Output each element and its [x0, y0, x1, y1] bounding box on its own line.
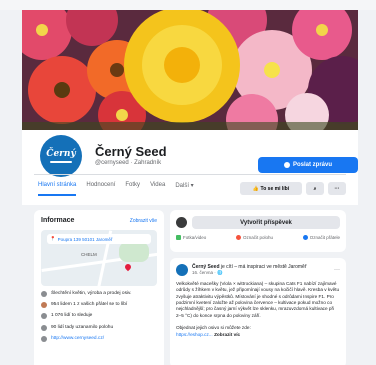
page-title: Černý Seed — [95, 144, 167, 159]
tag-friends-button[interactable]: Označit přátele — [302, 235, 340, 240]
map-address-bar[interactable]: 📍 Poupra 139 50101 Jaroměř — [47, 234, 151, 244]
info-row: http://www.cernyseed.cz/ — [41, 335, 157, 342]
map-city-label: CHELM — [81, 252, 97, 257]
photo-icon — [176, 235, 181, 240]
info-description: Šlechtění květin, výroba a prodej osiv. — [51, 291, 132, 296]
page-handle: @cernyseed · Zahradník — [95, 160, 162, 166]
cover-photo[interactable] — [22, 10, 358, 130]
info-followers: 1 076 lidí to sleduje — [51, 313, 93, 319]
send-message-button[interactable]: Poslat zprávu — [258, 157, 358, 173]
page-avatar[interactable]: Černý — [38, 133, 84, 179]
tab-actions: 👍 To se mi líbí ⌕ ··· — [240, 182, 346, 195]
photo-video-label: Fotka/video — [183, 235, 207, 240]
messenger-icon — [283, 162, 290, 168]
post-follow-up: Objednat jejich osivo si můžete zde: — [176, 325, 251, 331]
info-row: 954 lidem 1 z vašich přátel se to líbí — [41, 302, 157, 309]
photo-video-button[interactable]: Fotka/video — [176, 235, 206, 240]
feed-post: Černý Seed je cítí – má inspiraci ve měs… — [170, 258, 346, 365]
send-message-label: Poslat zprávu — [292, 162, 332, 168]
followers-icon — [41, 313, 47, 320]
page-header-card: Černý Černý Seed @cernyseed · Zahradník … — [22, 10, 358, 205]
cover-flowers-image — [22, 10, 358, 130]
info-row: 90 lidí tady uzanamilo polohu — [41, 324, 157, 331]
info-likes: 954 lidem 1 z vašich přátel se to líbí — [51, 302, 128, 308]
logo-text: Černý — [46, 149, 76, 159]
page-tabs: Hlavní stránka Hodnocení Fotky Videa Dal… — [38, 182, 204, 196]
info-row: Šlechtění květin, výroba a prodej osiv. — [41, 291, 157, 297]
info-row: 1 076 lidí to sleduje — [41, 313, 157, 320]
search-icon: ⌕ — [313, 185, 317, 192]
mark-location-label: Označit polohu — [242, 235, 274, 240]
info-checkins: 90 lidí tady uzanamilo polohu — [51, 324, 114, 330]
avatar — [176, 217, 187, 228]
mark-location-button[interactable]: Označit polohu — [235, 235, 274, 240]
post-body: Velkokvěté macešky (Viola × wittrockiana… — [176, 281, 340, 338]
post-link[interactable]: https://eshop.cz... — [176, 332, 213, 337]
friend-avatar-icon — [41, 302, 47, 309]
map-pin-icon — [123, 262, 133, 272]
location-icon — [235, 235, 241, 240]
tab-more[interactable]: Další ▾ — [175, 182, 193, 196]
globe-icon — [41, 335, 47, 342]
post-feeling: je cítí – má inspiraci ve městě Jaroměř — [220, 264, 307, 270]
create-post-button[interactable]: Vytvořit příspěvek — [192, 216, 340, 229]
like-label: To se mi líbí — [260, 185, 290, 192]
like-button[interactable]: 👍 To se mi líbí — [240, 182, 302, 195]
info-icon — [41, 291, 47, 297]
checkin-icon — [41, 324, 47, 331]
search-button[interactable]: ⌕ — [306, 182, 324, 195]
about-panel: Informace Zobrazit vše 📍 Poupra 139 5010… — [34, 210, 164, 365]
post-author-avatar[interactable] — [176, 264, 188, 276]
tab-home[interactable]: Hlavní stránka — [38, 182, 77, 196]
tab-reviews[interactable]: Hodnocení — [86, 182, 115, 196]
logo: Černý — [40, 135, 82, 177]
location-pin-icon: 📍 — [50, 236, 56, 241]
post-more-icon[interactable]: ··· — [334, 267, 340, 273]
tab-videos[interactable]: Videa — [150, 182, 165, 196]
website-link[interactable]: http://www.cernyseed.cz/ — [51, 336, 104, 342]
map-address-text: Poupra 139 50101 Jaroměř — [57, 236, 113, 242]
location-map[interactable]: 📍 Poupra 139 50101 Jaroměř CHELM — [41, 230, 157, 286]
browser-top-strip — [0, 0, 376, 10]
post-composer: Vytvořit příspěvek Fotka/video Označit p… — [170, 210, 346, 252]
about-see-all-link[interactable]: Zobrazit vše — [130, 218, 157, 224]
tag-friends-label: Označit přátele — [309, 235, 340, 240]
more-icon: ··· — [334, 185, 340, 192]
post-date[interactable]: 16. června · 🌐 — [192, 270, 307, 276]
map-park — [119, 242, 149, 262]
tab-photos[interactable]: Fotky — [125, 182, 140, 196]
show-more-link[interactable]: Zobrazit víc — [214, 332, 240, 337]
tag-friends-icon — [302, 235, 308, 240]
logo-underline — [50, 161, 72, 163]
post-text: Velkokvěté macešky (Viola × wittrockiana… — [176, 281, 340, 318]
more-options-button[interactable]: ··· — [328, 182, 346, 195]
feed-column: Vytvořit příspěvek Fotka/video Označit p… — [170, 210, 346, 365]
header-divider — [34, 174, 346, 175]
